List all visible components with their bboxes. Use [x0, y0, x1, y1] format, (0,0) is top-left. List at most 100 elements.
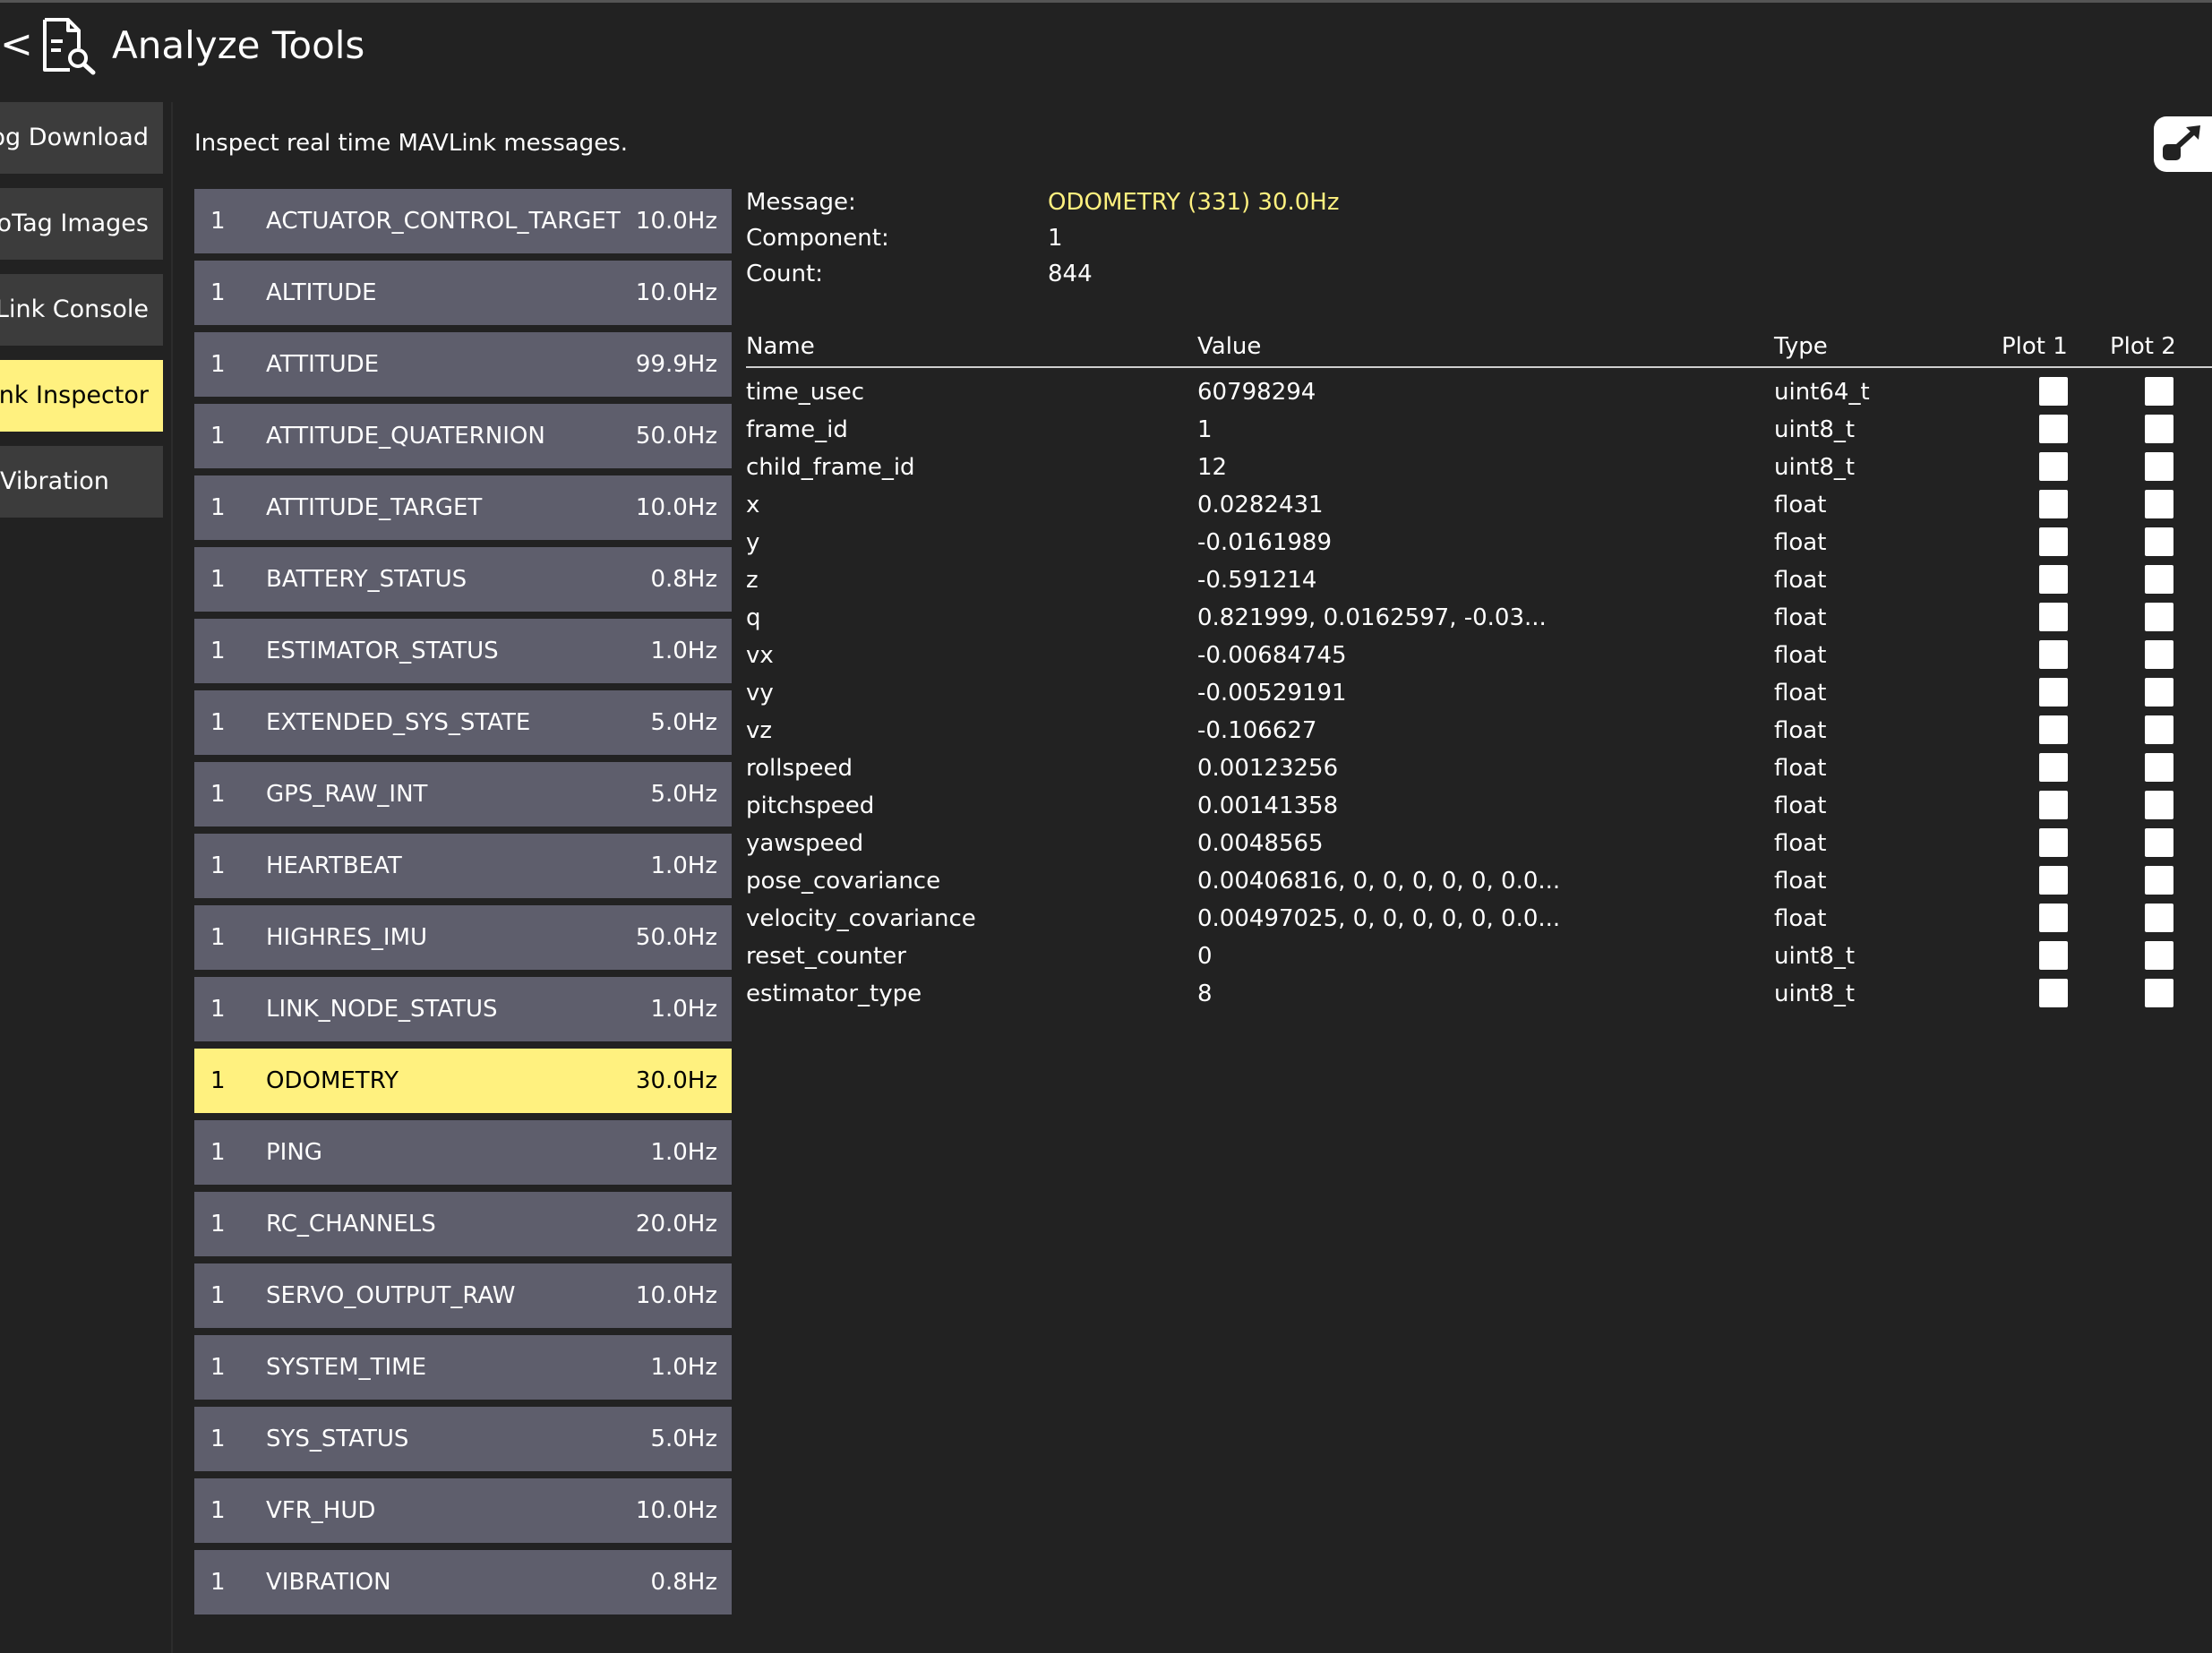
plot1-checkbox[interactable] [2039, 490, 2068, 518]
message-name: SYSTEM_TIME [266, 1354, 427, 1381]
plot2-checkbox[interactable] [2145, 678, 2173, 707]
message-row[interactable]: 1 PING 1.0Hz [194, 1120, 732, 1185]
document-search-icon [43, 18, 96, 75]
plot1-checkbox[interactable] [2039, 415, 2068, 443]
plot2-checkbox[interactable] [2145, 415, 2173, 443]
message-row[interactable]: 1 VFR_HUD 10.0Hz [194, 1478, 732, 1543]
plot1-checkbox[interactable] [2039, 603, 2068, 631]
field-type: uint8_t [1774, 981, 1856, 1007]
column-header-plot1: Plot 1 [2002, 333, 2068, 360]
message-name: VIBRATION [266, 1569, 391, 1596]
field-value: 0 [1197, 943, 1213, 970]
table-row: pose_covariance 0.00406816, 0, 0, 0, 0, 0… [0, 862, 2212, 900]
field-type: float [1774, 830, 1827, 857]
plot1-checkbox[interactable] [2039, 828, 2068, 857]
field-value: -0.106627 [1197, 717, 1317, 744]
message-component: 1 [210, 1067, 226, 1094]
plot1-checkbox[interactable] [2039, 715, 2068, 744]
message-row[interactable]: 1 SERVO_OUTPUT_RAW 10.0Hz [194, 1263, 732, 1328]
plot2-checkbox[interactable] [2145, 979, 2173, 1007]
component-value: 1 [1048, 225, 1063, 252]
plot2-checkbox[interactable] [2145, 603, 2173, 631]
message-rate: 10.0Hz [635, 279, 717, 306]
back-button[interactable]: < [0, 16, 33, 73]
field-type: uint8_t [1774, 416, 1856, 443]
field-type: uint64_t [1774, 379, 1870, 406]
sidebar-item-label: Log Download [0, 124, 149, 151]
table-row: y -0.0161989 float [0, 524, 2212, 561]
message-row[interactable]: 1 ALTITUDE 10.0Hz [194, 261, 732, 325]
message-name: ALTITUDE [266, 279, 377, 306]
plot2-checkbox[interactable] [2145, 866, 2173, 895]
column-header-name: Name [746, 333, 815, 360]
plot2-checkbox[interactable] [2145, 377, 2173, 406]
plot1-checkbox[interactable] [2039, 565, 2068, 594]
plot1-checkbox[interactable] [2039, 452, 2068, 481]
field-value: 0.00141358 [1197, 792, 1339, 819]
table-row: frame_id 1 uint8_t [0, 411, 2212, 449]
field-name: vx [746, 642, 774, 669]
sidebar-item-log-download[interactable]: Log Download [0, 102, 163, 174]
field-type: float [1774, 905, 1827, 932]
message-component: 1 [210, 1282, 226, 1309]
plot1-checkbox[interactable] [2039, 791, 2068, 819]
sidebar-item-geotag-images[interactable]: GeoTag Images [0, 188, 163, 260]
field-name: vy [746, 680, 774, 707]
field-type: float [1774, 755, 1827, 782]
field-value: 60798294 [1197, 379, 1316, 406]
message-component: 1 [210, 1354, 226, 1381]
message-row[interactable]: 1 ACTUATOR_CONTROL_TARGET 10.0Hz [194, 189, 732, 253]
message-rate: 10.0Hz [635, 208, 717, 235]
message-name: PING [266, 1139, 322, 1166]
plot1-checkbox[interactable] [2039, 866, 2068, 895]
plot2-checkbox[interactable] [2145, 527, 2173, 556]
table-row: z -0.591214 float [0, 561, 2212, 599]
plot1-checkbox[interactable] [2039, 678, 2068, 707]
plot1-checkbox[interactable] [2039, 941, 2068, 970]
field-value: 8 [1197, 981, 1213, 1007]
field-name: vz [746, 717, 773, 744]
message-component: 1 [210, 1211, 226, 1238]
field-type: uint8_t [1774, 943, 1856, 970]
field-type: float [1774, 492, 1827, 518]
plot2-checkbox[interactable] [2145, 753, 2173, 782]
field-value: 0.821999, 0.0162597, -0.03... [1197, 604, 1547, 631]
message-row[interactable]: 1 SYSTEM_TIME 1.0Hz [194, 1335, 732, 1400]
field-type: float [1774, 567, 1827, 594]
sidebar-item-mavlink-console[interactable]: MAVLink Console [0, 274, 163, 346]
plot2-checkbox[interactable] [2145, 941, 2173, 970]
plot1-checkbox[interactable] [2039, 377, 2068, 406]
message-name: ACTUATOR_CONTROL_TARGET [266, 208, 621, 235]
field-name: frame_id [746, 416, 848, 443]
message-name: VFR_HUD [266, 1497, 376, 1524]
message-row[interactable]: 1 VIBRATION 0.8Hz [194, 1550, 732, 1614]
message-rate: 0.8Hz [650, 1569, 717, 1596]
plot1-checkbox[interactable] [2039, 753, 2068, 782]
plot2-checkbox[interactable] [2145, 640, 2173, 669]
plot2-checkbox[interactable] [2145, 565, 2173, 594]
plot2-checkbox[interactable] [2145, 791, 2173, 819]
field-name: q [746, 604, 761, 631]
message-rate: 20.0Hz [635, 1211, 717, 1238]
plot2-checkbox[interactable] [2145, 904, 2173, 932]
plot2-checkbox[interactable] [2145, 715, 2173, 744]
table-row: child_frame_id 12 uint8_t [0, 449, 2212, 486]
plot1-checkbox[interactable] [2039, 979, 2068, 1007]
field-value: -0.00529191 [1197, 680, 1347, 707]
plot1-checkbox[interactable] [2039, 904, 2068, 932]
table-row: reset_counter 0 uint8_t [0, 938, 2212, 975]
message-row[interactable]: 1 SYS_STATUS 5.0Hz [194, 1407, 732, 1471]
popout-button[interactable] [2154, 116, 2212, 172]
plot2-checkbox[interactable] [2145, 452, 2173, 481]
plot2-checkbox[interactable] [2145, 490, 2173, 518]
field-name: yawspeed [746, 830, 864, 857]
message-name: SERVO_OUTPUT_RAW [266, 1282, 516, 1309]
header: < Analyze Tools [0, 0, 2212, 93]
plot1-checkbox[interactable] [2039, 640, 2068, 669]
count-value: 844 [1048, 261, 1093, 287]
message-row-selected[interactable]: 1 ODOMETRY 30.0Hz [194, 1049, 732, 1113]
message-row[interactable]: 1 RC_CHANNELS 20.0Hz [194, 1192, 732, 1256]
field-value: -0.0161989 [1197, 529, 1332, 556]
plot2-checkbox[interactable] [2145, 828, 2173, 857]
plot1-checkbox[interactable] [2039, 527, 2068, 556]
